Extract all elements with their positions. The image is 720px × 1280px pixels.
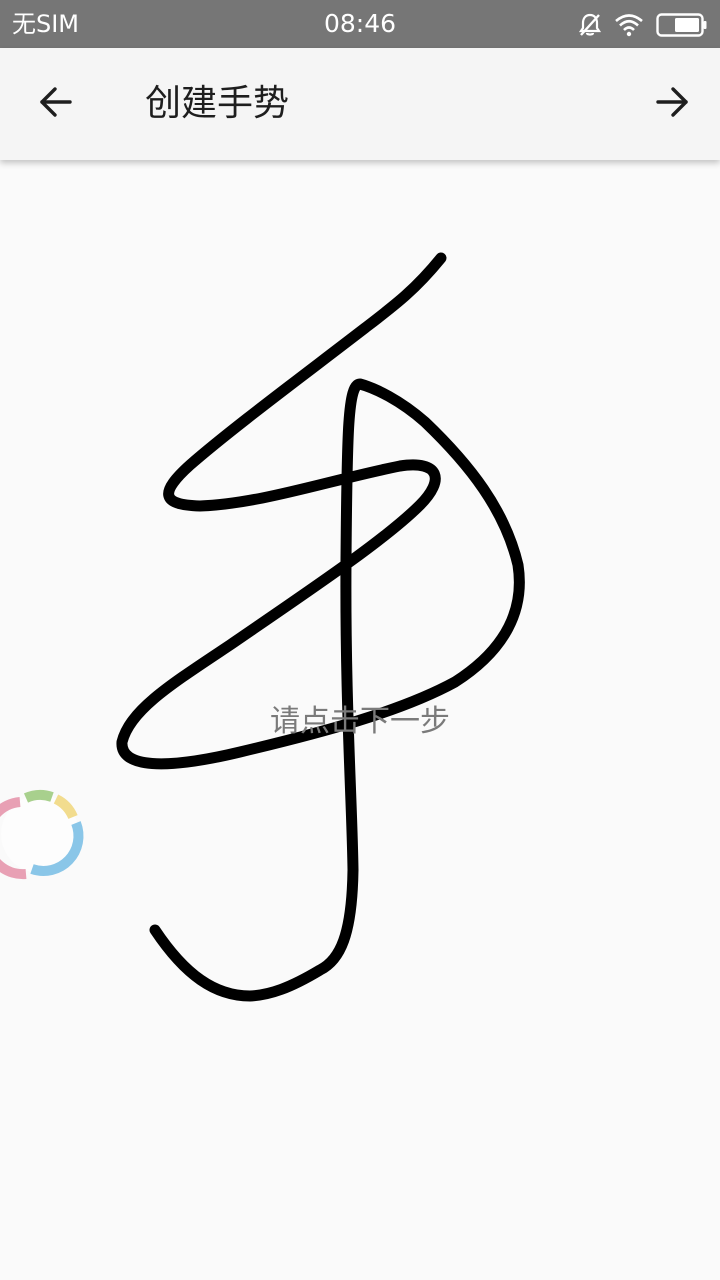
next-button[interactable] xyxy=(644,76,700,132)
arrow-left-icon xyxy=(36,82,76,126)
floating-assistive-button[interactable] xyxy=(0,788,90,880)
assistive-ring-icon xyxy=(0,789,90,884)
arrow-right-icon xyxy=(652,82,692,126)
gesture-canvas[interactable]: 请点击下一步 xyxy=(0,160,720,1280)
bell-off-icon xyxy=(578,12,602,38)
app-bar: 创建手势 xyxy=(0,48,720,160)
hint-text: 请点击下一步 xyxy=(270,704,450,739)
wifi-icon xyxy=(614,13,644,37)
status-icons xyxy=(578,10,708,40)
page-title: 创建手势 xyxy=(145,83,290,124)
back-button[interactable] xyxy=(28,76,84,132)
status-bar: 无SIM 08:46 xyxy=(0,0,720,48)
battery-icon xyxy=(656,12,708,38)
